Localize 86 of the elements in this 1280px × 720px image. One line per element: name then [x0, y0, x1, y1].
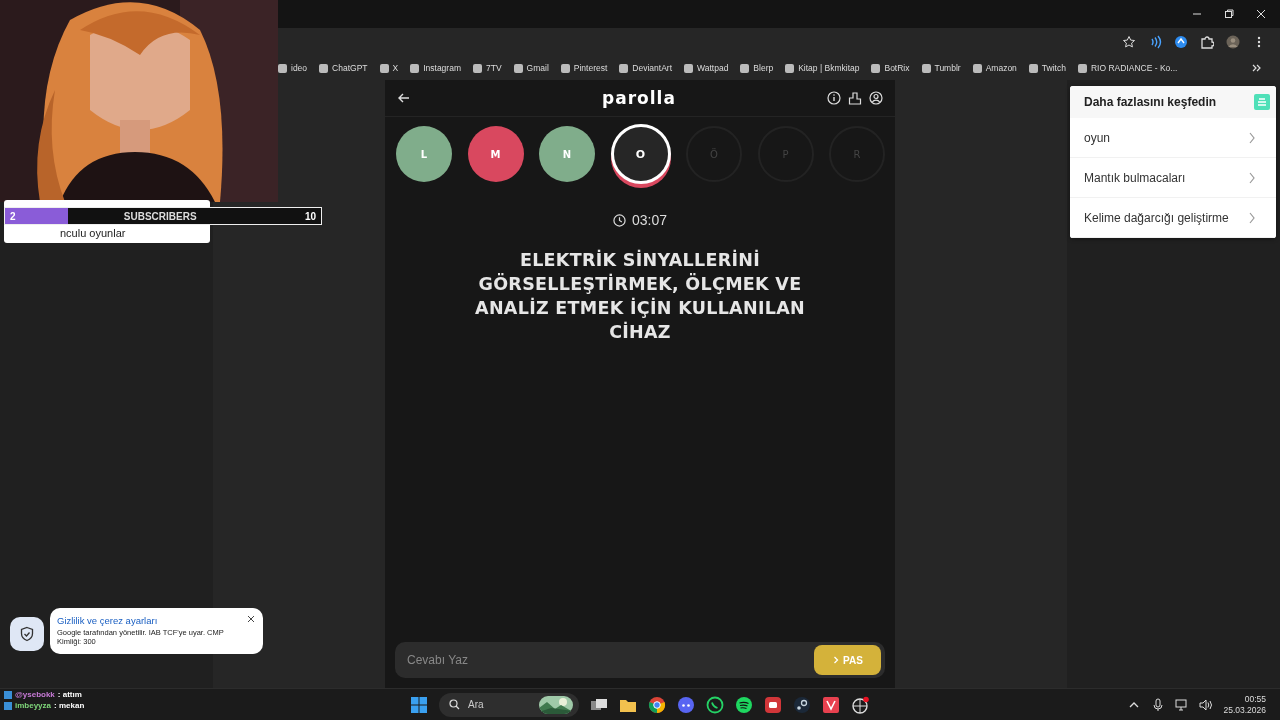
favicon-icon	[379, 63, 389, 73]
info-icon[interactable]	[827, 91, 841, 105]
bookmark-link[interactable]: ideo	[278, 63, 308, 73]
favicon-icon	[684, 63, 693, 73]
controller-face-icon[interactable]	[677, 695, 695, 714]
bookmark-link[interactable]: Amazon	[972, 63, 1017, 73]
favicon-icon	[785, 63, 795, 73]
star-icon[interactable]	[1122, 35, 1136, 49]
question-text: ELEKTRİK SİNYALLERİNİ GÖRSELLEŞTİRMEK, ÖLÇMEK VE ANALİZ ETMEK İÇİN KULLANILAN CİHAZ	[474, 248, 806, 344]
favicon-icon	[972, 63, 982, 73]
letter-circle: O	[610, 124, 671, 184]
user-icon[interactable]	[869, 91, 883, 105]
favicon-icon	[319, 63, 329, 73]
chat-message: : mekan	[54, 701, 85, 710]
chat-message: : attım	[57, 690, 82, 699]
extension-icon[interactable]	[1174, 35, 1188, 49]
favicon-icon	[513, 63, 523, 73]
favicon-icon	[278, 63, 287, 73]
v-logo-icon[interactable]	[822, 695, 840, 714]
bookmark-link[interactable]: RIO RADIANCE - Ko...	[1077, 63, 1178, 73]
puzzle-icon[interactable]	[1200, 35, 1214, 49]
shield-icon	[19, 626, 35, 642]
favicon-icon	[1077, 63, 1087, 73]
network-icon[interactable]	[1175, 697, 1190, 712]
search-field[interactable]: Ara	[439, 692, 579, 717]
bookmark-link[interactable]: DeviantArt	[619, 63, 672, 73]
favicon-icon	[560, 63, 570, 73]
sound-waves-icon[interactable]	[1148, 35, 1162, 49]
letter-circle: L	[396, 126, 452, 182]
goal-count: 10	[303, 210, 317, 222]
letter-circle: M	[467, 126, 524, 182]
card-text: nculu oyunlar	[60, 227, 126, 239]
microphone-icon[interactable]	[1151, 697, 1166, 712]
bookmark-link[interactable]: Twitch	[1028, 63, 1066, 73]
avatar-icon[interactable]	[1226, 35, 1240, 49]
chevron-icon	[1248, 171, 1256, 184]
windows-logo-icon[interactable]	[410, 695, 428, 714]
topic-item[interactable]: oyun	[1070, 118, 1276, 158]
favicon-icon	[1028, 63, 1038, 73]
bookmark-link[interactable]: Blerp	[740, 63, 774, 73]
chevron-icon	[1248, 131, 1256, 144]
bookmark-link[interactable]: Gmail	[513, 63, 549, 73]
clock-time: 00:55	[1244, 693, 1266, 705]
bookmark-link[interactable]: Instagram	[410, 63, 461, 73]
bookmark-link[interactable]: Pinterest	[560, 63, 608, 73]
bookmark-link[interactable]: Wattpad	[684, 63, 729, 73]
favicon-icon	[871, 63, 881, 73]
letter-circle: N	[539, 126, 595, 182]
timer-text: 03:07	[631, 212, 667, 228]
bookmark-link[interactable]: Tumblr	[921, 63, 961, 73]
goal-label: SUBSCRIBERS	[122, 210, 198, 222]
steam-icon[interactable]	[793, 695, 811, 714]
bookmark-link[interactable]: ChatGPT	[319, 63, 368, 73]
browser-icon[interactable]	[648, 695, 666, 714]
favicon-icon	[473, 63, 482, 73]
favicon-icon	[740, 63, 750, 73]
topic-item[interactable]: Kelime dağarcığı geliştirme	[1070, 198, 1276, 238]
search-icon	[449, 699, 460, 710]
logo-icon	[1254, 94, 1270, 110]
privacy-button[interactable]	[10, 617, 44, 651]
volume-icon[interactable]	[1199, 697, 1214, 712]
bookmark-link[interactable]: Kitap | Bkmkitap	[785, 63, 860, 73]
close-icon[interactable]	[247, 615, 255, 623]
clock-date: 25.03.2026	[1223, 704, 1266, 716]
chevron-icon	[1248, 211, 1256, 224]
bar-chart-icon[interactable]	[848, 91, 862, 105]
game-title: parolla	[601, 88, 677, 108]
chat-username: @ysebokk	[15, 690, 55, 699]
toast-title: Gizlilik ve çerez ayarları	[57, 615, 159, 626]
restore-icon[interactable]	[1224, 9, 1234, 19]
current-count: 2	[9, 210, 17, 222]
bookmark-link[interactable]: 7TV	[473, 63, 502, 73]
chevron-icon	[832, 656, 841, 664]
phone-bubble-icon[interactable]	[706, 695, 724, 714]
chat-username: imbeyyza	[15, 701, 52, 710]
chevrons-icon[interactable]	[1252, 63, 1262, 73]
favicon-icon	[921, 63, 931, 73]
clock-icon	[612, 213, 626, 227]
favicon-icon	[410, 63, 420, 73]
back-arrow-icon[interactable]	[397, 91, 411, 105]
favicon-icon	[619, 63, 629, 73]
card-title: Daha fazlasını keşfedin	[1084, 95, 1217, 109]
bookmark-link[interactable]: X	[379, 63, 399, 73]
bookmark-link[interactable]: BotRix	[871, 63, 910, 73]
topic-item[interactable]: Mantık bulmacaları	[1070, 158, 1276, 198]
music-icon[interactable]	[735, 695, 753, 714]
